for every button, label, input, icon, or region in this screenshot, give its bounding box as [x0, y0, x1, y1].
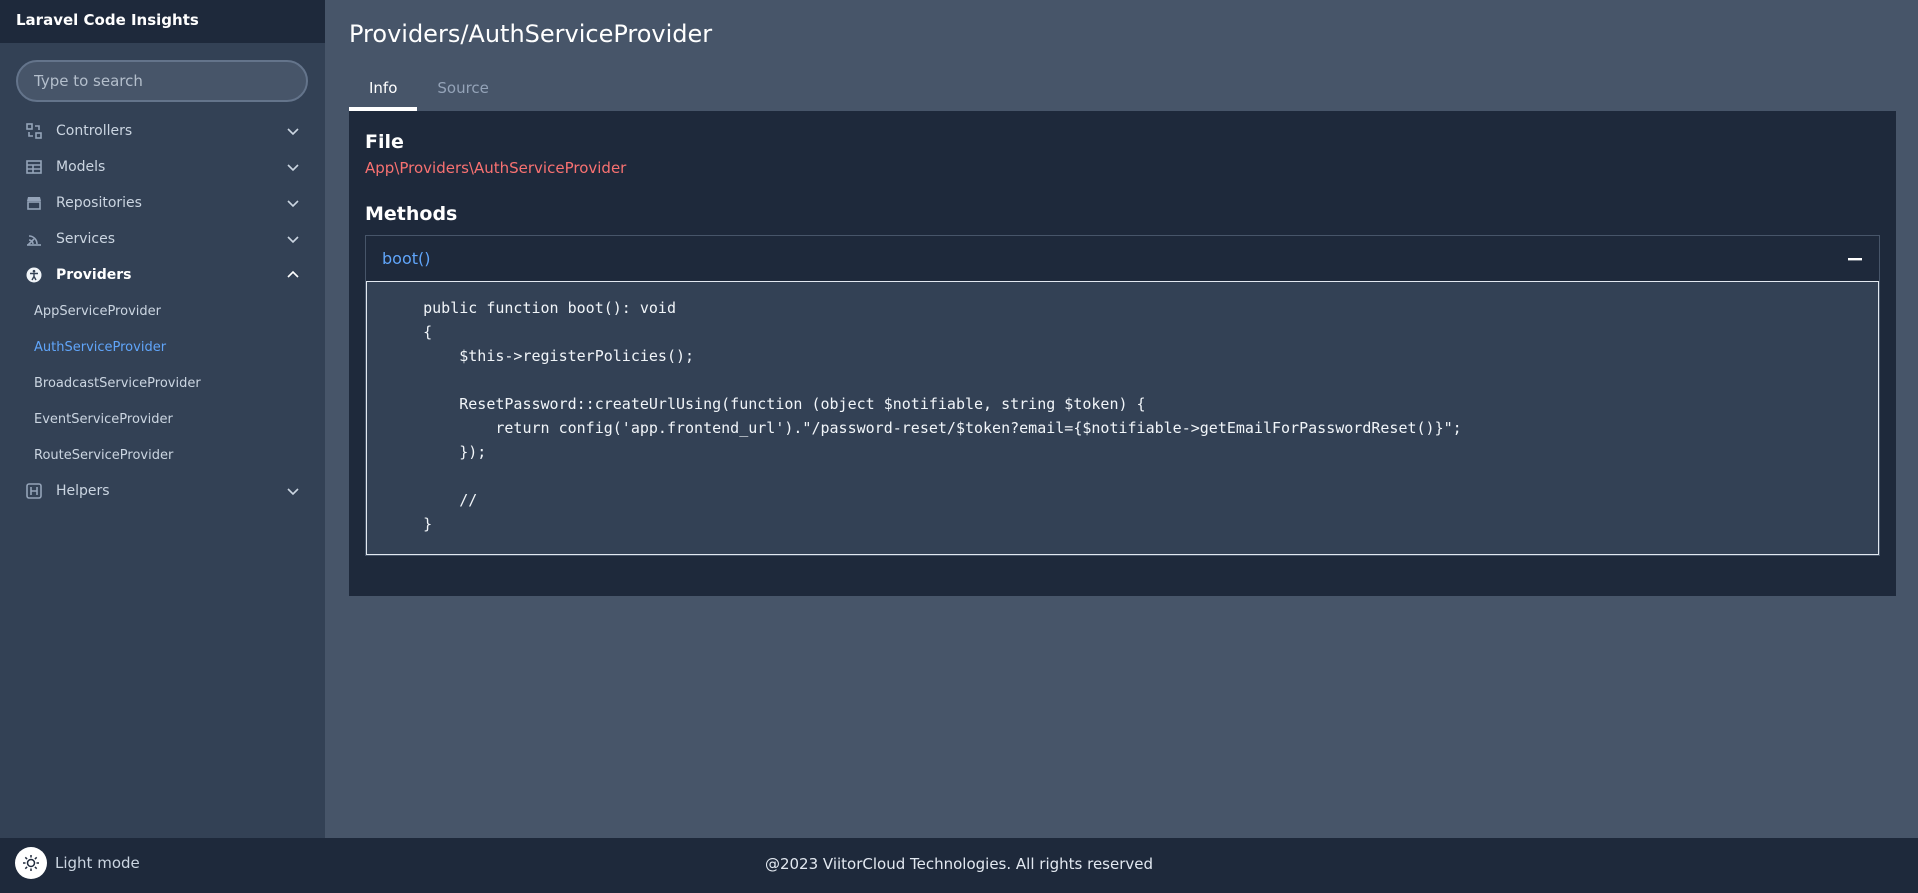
tab-bar: Info Source: [349, 72, 509, 111]
sidebar-item-label: Services: [56, 231, 116, 247]
sidebar-nav: Controllers Models Repositories Services…: [0, 113, 325, 509]
sidebar-item-label: Models: [56, 159, 106, 175]
sidebar-item-services[interactable]: Services: [0, 221, 325, 257]
page-title: Providers/AuthServiceProvider: [349, 20, 713, 48]
file-path: App\Providers\AuthServiceProvider: [365, 159, 627, 177]
copyright-text: @2023 ViitorCloud Technologies. All righ…: [764, 855, 1154, 873]
collapse-icon[interactable]: [1847, 251, 1863, 267]
chevron-up-icon: [286, 268, 300, 282]
search-input[interactable]: [16, 60, 308, 102]
signal-icon: [25, 230, 43, 248]
sidebar-item-label: Providers: [56, 267, 132, 283]
sidebar: Laravel Code Insights Controllers Models: [0, 0, 325, 838]
sidebar-item-repositories[interactable]: Repositories: [0, 185, 325, 221]
sidebar-item-controllers[interactable]: Controllers: [0, 113, 325, 149]
tab-info[interactable]: Info: [349, 72, 418, 111]
main-content: Providers/AuthServiceProvider Info Sourc…: [325, 0, 1918, 838]
info-panel: File App\Providers\AuthServiceProvider M…: [349, 111, 1896, 596]
helpers-icon: [25, 482, 43, 500]
app-title: Laravel Code Insights: [0, 0, 325, 43]
search-container: [0, 43, 325, 102]
sidebar-item-label: Helpers: [56, 483, 110, 499]
method-accordion-header[interactable]: boot(): [366, 236, 1879, 281]
sidebar-subitem-authserviceprovider[interactable]: AuthServiceProvider: [0, 329, 325, 365]
method-code-block: public function boot(): void { $this->re…: [366, 281, 1879, 555]
footer: Light mode @2023 ViitorCloud Technologie…: [0, 838, 1918, 893]
chevron-down-icon: [286, 232, 300, 246]
sidebar-subitem-appserviceprovider[interactable]: AppServiceProvider: [0, 293, 325, 329]
sidebar-subitem-broadcastserviceprovider[interactable]: BroadcastServiceProvider: [0, 365, 325, 401]
accessibility-icon: [25, 266, 43, 284]
method-source-code: public function boot(): void { $this->re…: [423, 299, 1462, 533]
sidebar-item-providers[interactable]: Providers: [0, 257, 325, 293]
sidebar-subitem-routeserviceprovider[interactable]: RouteServiceProvider: [0, 437, 325, 473]
chevron-down-icon: [286, 160, 300, 174]
sidebar-item-label: Repositories: [56, 195, 142, 211]
sidebar-item-label: Controllers: [56, 123, 133, 139]
file-heading: File: [365, 131, 404, 153]
method-name: boot(): [382, 249, 431, 268]
controllers-icon: [25, 122, 43, 140]
method-accordion: boot() public function boot(): void { $t…: [365, 235, 1880, 556]
sidebar-item-models[interactable]: Models: [0, 149, 325, 185]
store-icon: [25, 194, 43, 212]
tab-source[interactable]: Source: [417, 72, 509, 111]
methods-heading: Methods: [365, 203, 458, 225]
chevron-down-icon: [286, 124, 300, 138]
chevron-down-icon: [286, 196, 300, 210]
chevron-down-icon: [286, 484, 300, 498]
sidebar-subitem-eventserviceprovider[interactable]: EventServiceProvider: [0, 401, 325, 437]
sidebar-item-helpers[interactable]: Helpers: [0, 473, 325, 509]
table-icon: [25, 158, 43, 176]
